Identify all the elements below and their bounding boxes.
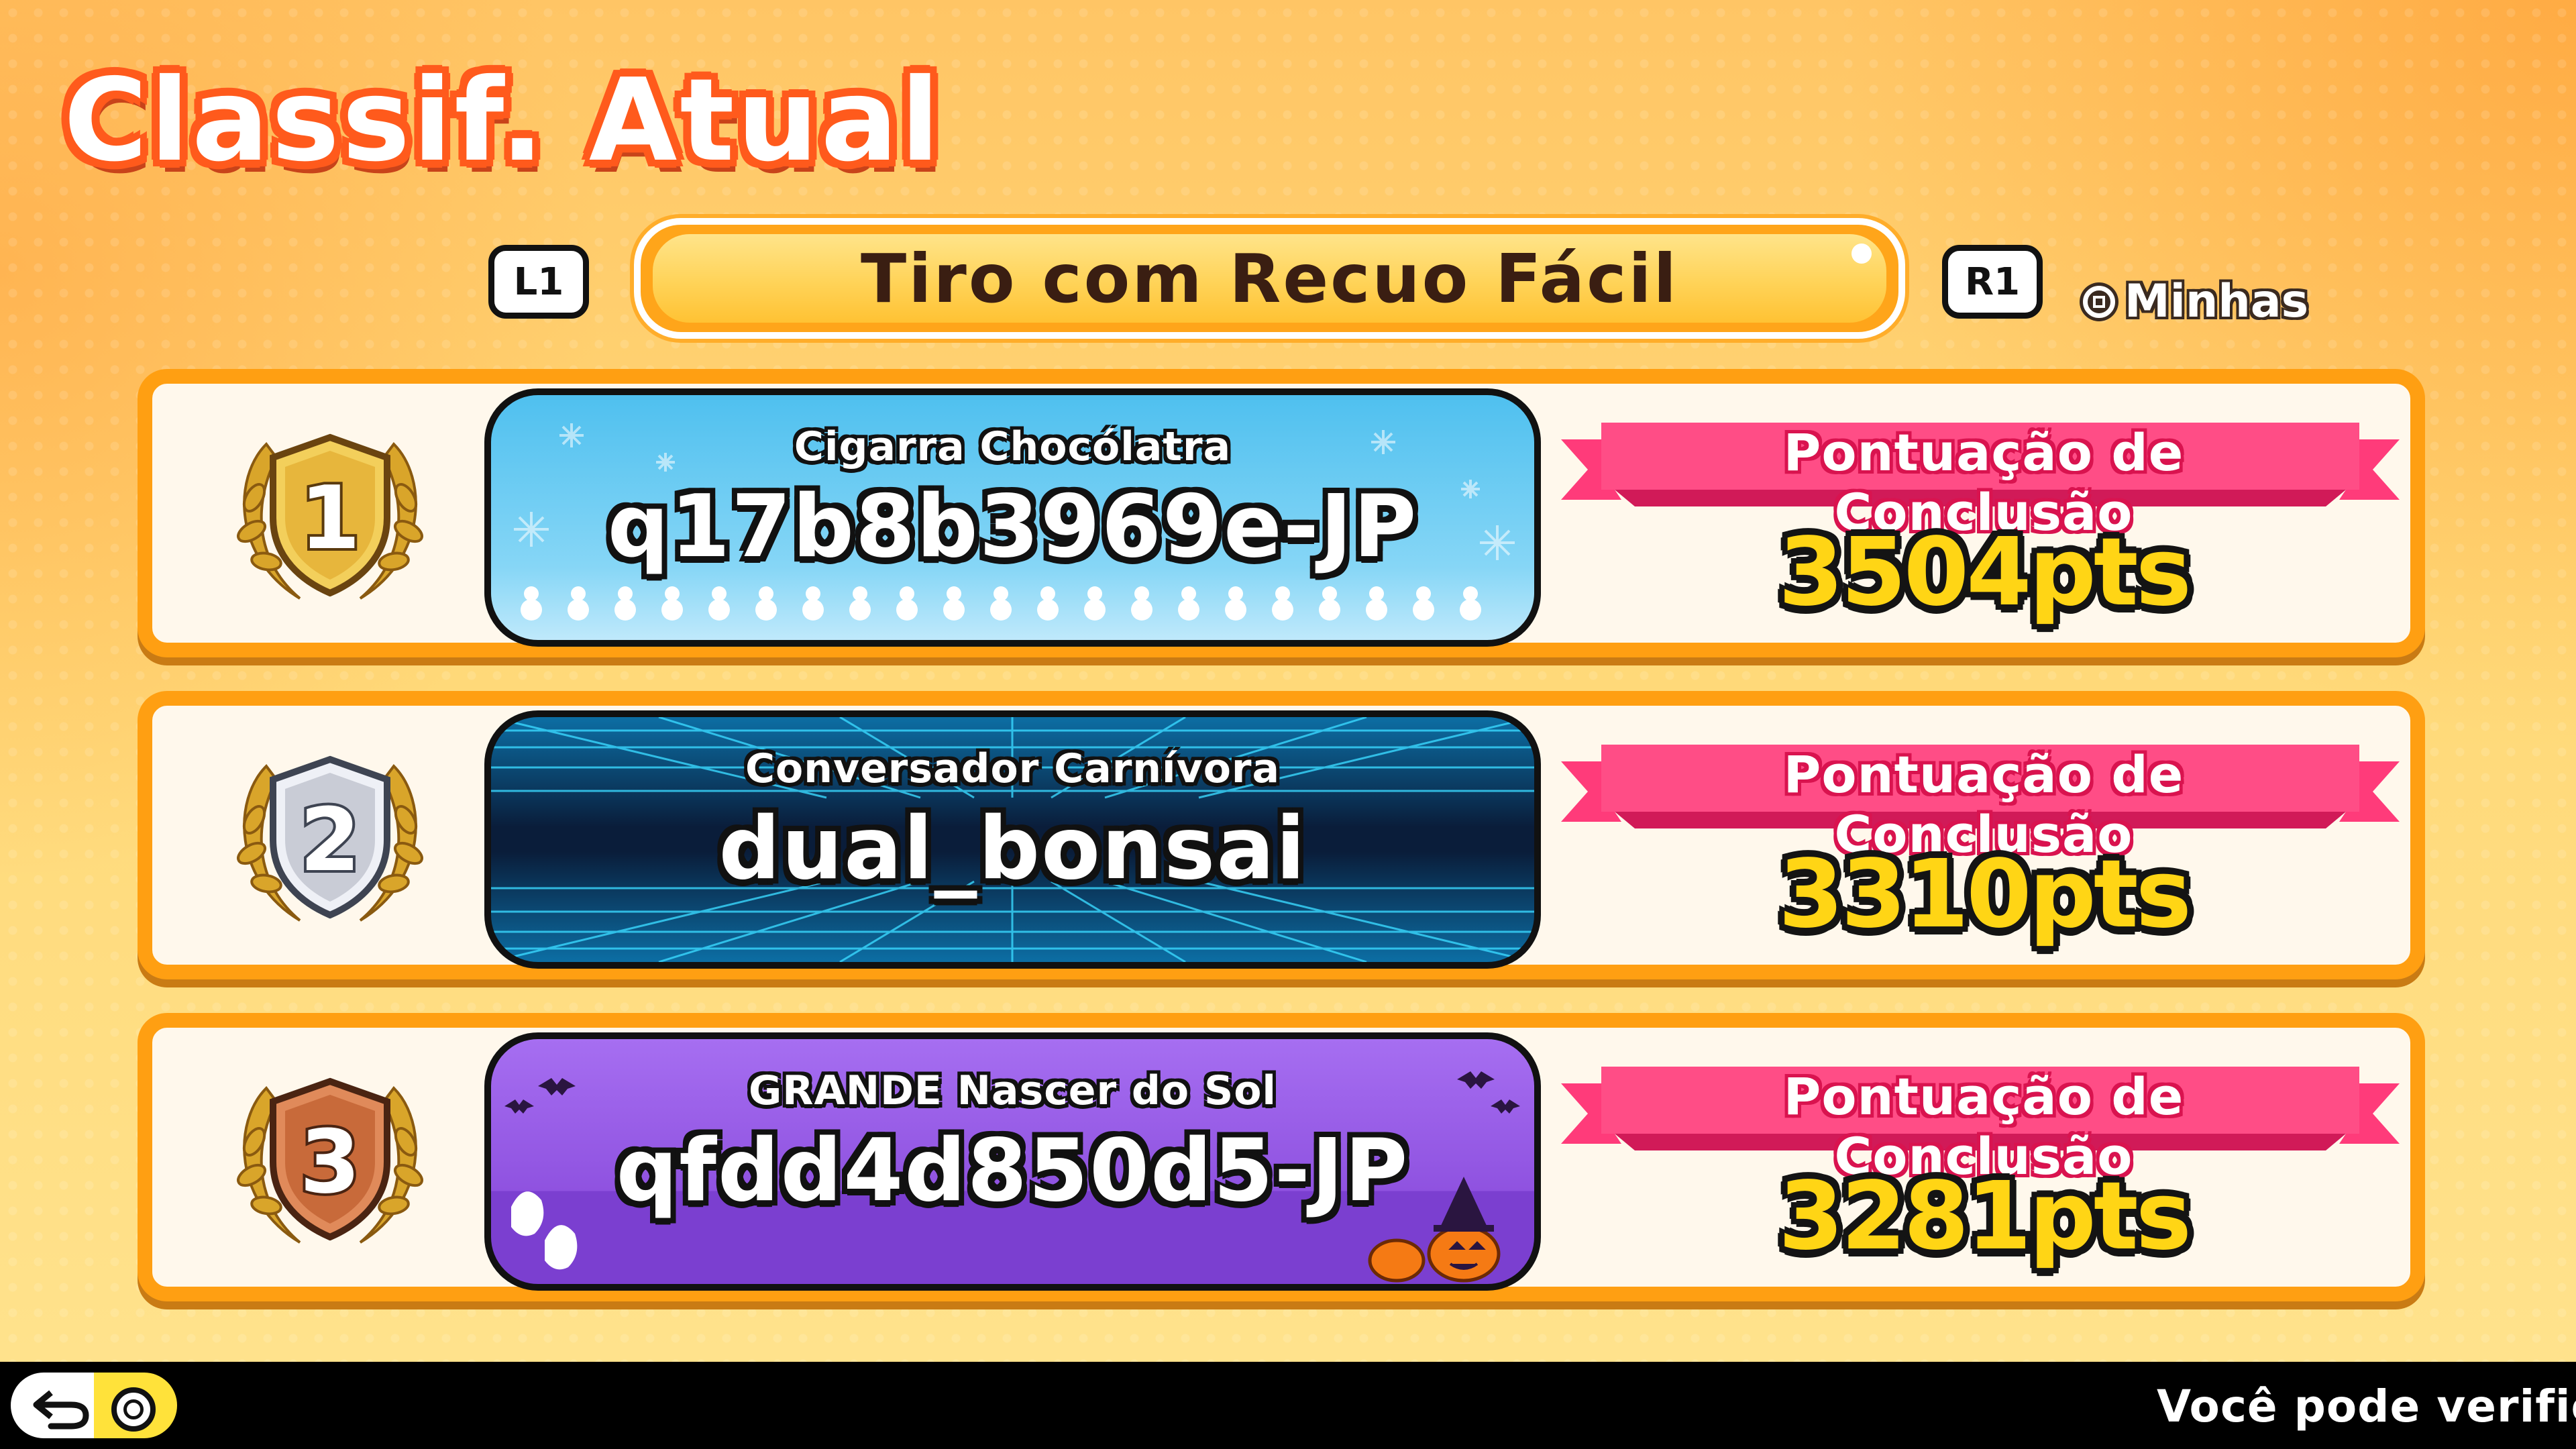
player-title: Conversador Carnívora [745,745,1280,792]
course-selector[interactable]: Tiro com Recuo Fácil [634,218,1905,339]
leaderboard-row-1[interactable]: 1 Cigarra Chocólatra q17b8b3969e-JP Pont… [138,369,2425,657]
rank-number: 2 [300,789,360,891]
sparkle-icon [1851,244,1872,264]
square-button-icon [2083,285,2115,318]
score-value: 3281pts [1778,1162,2192,1271]
score-value: 3310pts [1778,840,2192,949]
l1-button[interactable]: L1 [488,245,589,319]
mine-label: Minhas [2125,275,2309,328]
leaderboard-row-2[interactable]: 2 Conversador Carnívora dual_bonsai Pont… [138,691,2425,979]
player-card[interactable]: Conversador Carnívora dual_bonsai [484,710,1541,969]
mine-toggle[interactable]: Minhas [2083,275,2308,328]
leaderboard-row-3[interactable]: 3 GRANDE Nascer do Sol qfdd4d850d5-JP Po… [138,1013,2425,1301]
page-title: Classif. Atual [64,54,943,187]
course-name: Tiro com Recuo Fácil [653,234,1886,323]
bronze-medal-icon: 3 [237,1077,423,1244]
back-button[interactable] [7,1368,181,1442]
back-arrow-icon [33,1390,89,1430]
rank-number: 1 [300,467,360,569]
silver-medal-icon: 2 [237,755,423,922]
footer-hint: Você pode verific [2157,1381,2576,1432]
player-title: Cigarra Chocólatra [794,423,1232,470]
player-card[interactable]: Cigarra Chocólatra q17b8b3969e-JP [484,388,1541,647]
player-name: qfdd4d850d5-JP [616,1121,1409,1221]
rank-number: 3 [300,1111,360,1213]
footer-bar: Você pode verific [0,1362,2576,1449]
gold-medal-icon: 1 [237,433,423,600]
r1-button[interactable]: R1 [1942,245,2043,319]
circle-button-icon [111,1387,156,1432]
player-card[interactable]: GRANDE Nascer do Sol qfdd4d850d5-JP [484,1032,1541,1291]
player-name: q17b8b3969e-JP [607,477,1418,577]
player-title: GRANDE Nascer do Sol [749,1067,1277,1114]
player-name: dual_bonsai [718,799,1307,899]
score-value: 3504pts [1778,518,2192,627]
leaderboard-screen: Classif. Atual L1 Tiro com Recuo Fácil R… [0,0,2576,1362]
